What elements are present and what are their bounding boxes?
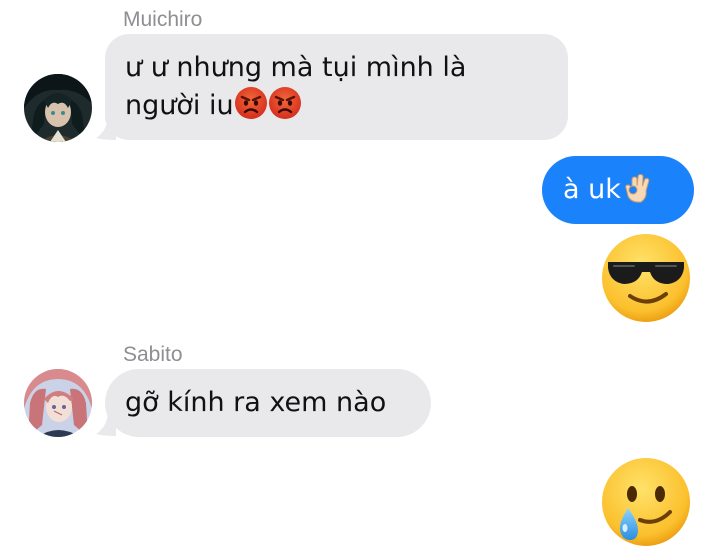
smiling-face-with-tear-icon[interactable] bbox=[600, 456, 692, 548]
message-text: người iu bbox=[125, 90, 234, 121]
angry-face-icon bbox=[268, 86, 302, 130]
message-bubble-incoming[interactable]: gỡ kính ra xem nào bbox=[105, 369, 431, 437]
message-bubble-incoming[interactable]: ư ư nhưng mà tụi mình là người iu bbox=[105, 34, 568, 140]
avatar-image bbox=[24, 369, 92, 437]
muichiro-avatar[interactable] bbox=[24, 74, 92, 142]
sabito-avatar[interactable] bbox=[24, 369, 92, 437]
ok-hand-icon bbox=[621, 172, 653, 214]
message-bubble-outgoing[interactable]: à uk bbox=[542, 156, 694, 224]
sunglasses-face-icon[interactable] bbox=[600, 232, 692, 324]
message-text: à uk bbox=[563, 174, 621, 205]
avatar-image bbox=[24, 74, 92, 142]
angry-face-icon bbox=[234, 86, 268, 130]
message-text: gỡ kính ra xem nào bbox=[125, 387, 387, 418]
sender-name-muichiro: Muichiro bbox=[123, 8, 203, 31]
message-text-line: người iu bbox=[125, 86, 548, 130]
message-text-line: ư ư nhưng mà tụi mình là bbox=[125, 52, 467, 83]
chat-thread: Muichiro ư ư nhưng mà tụi mình là người … bbox=[0, 0, 720, 560]
sender-name-sabito: Sabito bbox=[123, 343, 183, 366]
